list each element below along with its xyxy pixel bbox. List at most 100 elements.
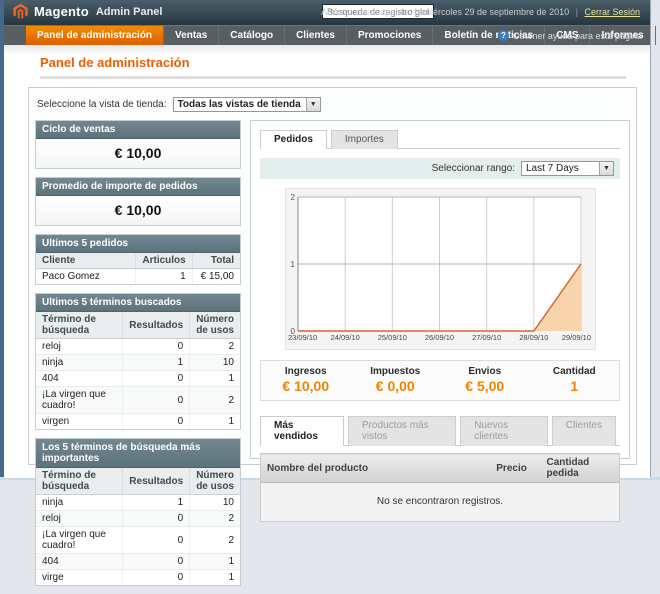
table-row: Paco Gomez1€ 15,00 <box>36 269 240 285</box>
table-row: ninja110 <box>36 495 240 511</box>
table-cell: 1 <box>123 495 190 511</box>
orders-chart: 01223/09/1024/09/1025/09/1026/09/1027/09… <box>285 188 596 350</box>
average-order-value: € 10,00 <box>36 196 240 225</box>
table-cell: € 15,00 <box>192 269 240 285</box>
nav-item-cat-logo[interactable]: Catálogo <box>218 26 284 45</box>
chevron-down-icon: ▼ <box>599 162 613 175</box>
total-envios: Envios€ 5,00 <box>440 366 530 394</box>
total-impuestos: Impuestos€ 0,00 <box>351 366 441 394</box>
table-cell: reloj <box>36 511 123 527</box>
range-toolbar: Seleccionar rango: Last 7 Days ▼ <box>260 158 620 179</box>
table-cell: 2 <box>190 527 240 554</box>
dashboard-right-panel: Pedidos Importes Seleccionar rango: Last… <box>250 120 630 459</box>
table-cell: 2 <box>190 387 240 414</box>
table-row: 40401 <box>36 371 240 387</box>
table-cell: virgen <box>36 414 123 430</box>
column-header-t-rmino-de-b-squeda: Término de búsqueda <box>36 312 123 339</box>
table-cell: 0 <box>123 387 190 414</box>
svg-text:25/09/10: 25/09/10 <box>377 333 406 342</box>
last-search-terms-widget: Ultimos 5 términos buscados Término de b… <box>35 293 241 430</box>
separator: | <box>415 7 417 17</box>
title-divider <box>40 76 626 79</box>
nav-item-clientes[interactable]: Clientes <box>284 26 346 45</box>
grid-column-precio: Precio <box>490 454 540 483</box>
table-row: ¡La virgen que cuadro!02 <box>36 387 240 414</box>
svg-text:2: 2 <box>290 193 295 202</box>
column-header-resultados: Resultados <box>123 312 190 339</box>
table-cell: ninja <box>36 495 123 511</box>
table-cell: 404 <box>36 371 123 387</box>
content-area: Panel de administración Seleccione la vi… <box>4 45 650 478</box>
report-tabs: Más vendidosProductos más vistosNuevos c… <box>260 415 620 446</box>
help-link[interactable]: ? Obtener ayuda para esta página <box>498 26 642 45</box>
last-search-terms-table: Término de búsquedaResultadosNúmero de u… <box>36 312 240 429</box>
table-cell: 0 <box>123 371 190 387</box>
help-icon: ? <box>498 30 509 41</box>
total-label: Cantidad <box>530 366 620 377</box>
table-cell: 1 <box>136 269 192 285</box>
table-row: virgen01 <box>36 414 240 430</box>
table-cell: 0 <box>123 554 190 570</box>
tab-pedidos[interactable]: Pedidos <box>260 130 327 149</box>
widget-title: Ultimos 5 términos buscados <box>36 294 240 312</box>
table-cell: 1 <box>190 414 240 430</box>
total-label: Envios <box>440 366 530 377</box>
total-label: Impuestos <box>351 366 441 377</box>
table-cell: 404 <box>36 554 123 570</box>
last-orders-table: ClienteArticulosTotalPaco Gomez1€ 15,00 <box>36 253 240 284</box>
table-row: virge01 <box>36 570 240 586</box>
nav-item-promociones[interactable]: Promociones <box>346 26 432 45</box>
svg-text:28/09/10: 28/09/10 <box>519 333 548 342</box>
total-value: 1 <box>530 378 620 394</box>
window-edge-right[interactable] <box>650 0 660 480</box>
table-cell: 10 <box>190 495 240 511</box>
window-frame: Magento Admin Panel Accedió como apardo … <box>0 0 660 480</box>
range-label: Seleccionar rango: <box>432 163 515 174</box>
session-info: Accedió como apardo | miércoles 29 de se… <box>321 7 640 17</box>
tab-importes[interactable]: Importes <box>331 130 398 149</box>
table-cell: 1 <box>190 570 240 586</box>
empty-grid-message: No se encontraron registros. <box>261 483 620 522</box>
nav-item-panel-de-administraci-n[interactable]: Panel de administración <box>26 26 163 45</box>
table-cell: 10 <box>190 355 240 371</box>
table-cell: 2 <box>190 339 240 355</box>
range-select[interactable]: Last 7 Days ▼ <box>521 161 614 176</box>
logout-link[interactable]: Cerrar Sesión <box>584 7 640 17</box>
tab-productos-m-s-vistos: Productos más vistos <box>348 416 456 446</box>
orders-chart-canvas: 01223/09/1024/09/1025/09/1026/09/1027/09… <box>287 191 594 348</box>
table-cell: ¡La virgen que cuadro! <box>36 387 123 414</box>
table-cell: 0 <box>123 570 190 586</box>
grid-column-cantidad-pedida: Cantidad pedida <box>541 454 620 483</box>
column-header-resultados: Resultados <box>123 468 190 495</box>
table-row: 40401 <box>36 554 240 570</box>
nav-item-ventas[interactable]: Ventas <box>163 26 218 45</box>
svg-text:26/09/10: 26/09/10 <box>424 333 453 342</box>
table-cell: 0 <box>123 527 190 554</box>
table-cell: 0 <box>123 414 190 430</box>
table-cell: 1 <box>190 554 240 570</box>
brand-suffix: Admin Panel <box>96 6 163 18</box>
tab-m-s-vendidos[interactable]: Más vendidos <box>260 416 344 446</box>
brand-name: Magento <box>34 4 89 19</box>
svg-text:27/09/10: 27/09/10 <box>472 333 501 342</box>
nav-item-sistema[interactable]: Sistema <box>655 26 660 45</box>
table-cell: 2 <box>190 511 240 527</box>
current-date: miércoles 29 de septiembre de 2010 <box>424 7 570 17</box>
chart-svg: 01223/09/1024/09/1025/09/1026/09/1027/09… <box>287 191 592 343</box>
table-cell: 1 <box>190 371 240 387</box>
sales-cycle-widget: Ciclo de ventas € 10,00 <box>35 120 241 169</box>
table-cell: ¡La virgen que cuadro! <box>36 527 123 554</box>
separator: | <box>576 7 578 17</box>
store-switcher-select[interactable]: Todas las vistas de tienda ▼ <box>173 97 321 112</box>
table-cell: 1 <box>123 355 190 371</box>
table-cell: virge <box>36 570 123 586</box>
page-title: Panel de administración <box>4 45 650 74</box>
dashboard-left-column: Ciclo de ventas € 10,00 Promedio de impo… <box>35 120 241 594</box>
magento-logo: Magento Admin Panel <box>12 3 162 20</box>
column-header-t-rmino-de-b-squeda: Término de búsqueda <box>36 468 123 495</box>
store-switcher-label: Seleccione la vista de tienda: <box>37 99 167 110</box>
store-switcher-value: Todas las vistas de tienda <box>174 98 306 111</box>
total-ingresos: Ingresos€ 10,00 <box>261 366 351 394</box>
main-nav: Panel de administraciónVentasCatálogoCli… <box>4 25 650 45</box>
table-row: ¡La virgen que cuadro!02 <box>36 527 240 554</box>
